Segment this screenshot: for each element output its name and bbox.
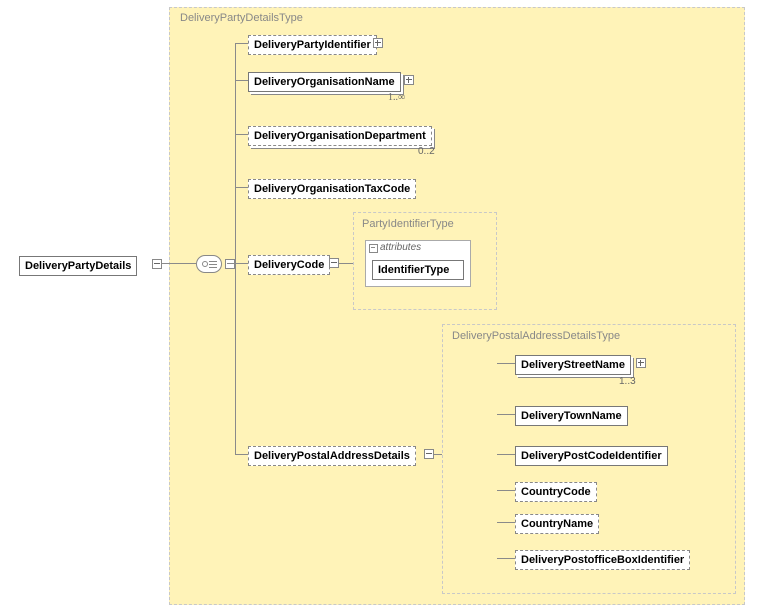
- conn: [497, 363, 515, 364]
- conn: [235, 263, 248, 264]
- node-country-name[interactable]: CountryName: [515, 514, 599, 534]
- node-label: IdentifierType: [378, 264, 449, 276]
- node-label: DeliveryCode: [254, 259, 324, 271]
- cardinality-street-name: 1..3: [619, 376, 636, 387]
- node-delivery-party-identifier[interactable]: DeliveryPartyIdentifier: [248, 35, 377, 55]
- conn: [235, 134, 248, 135]
- node-label: DeliveryPostofficeBoxIdentifier: [521, 554, 684, 566]
- group-postal-type-label: DeliveryPostalAddressDetailsType: [452, 330, 620, 342]
- node-delivery-postal-address-details[interactable]: DeliveryPostalAddressDetails: [248, 446, 416, 466]
- conn: [227, 263, 235, 264]
- node-label: DeliveryPartyDetails: [25, 260, 131, 272]
- node-label: DeliveryStreetName: [521, 359, 625, 371]
- node-identifier-type[interactable]: IdentifierType: [372, 260, 464, 280]
- conn: [162, 263, 196, 264]
- node-label: DeliveryTownName: [521, 410, 622, 422]
- group-main-type-label: DeliveryPartyDetailsType: [180, 12, 303, 24]
- node-delivery-organisation-name[interactable]: DeliveryOrganisationName: [248, 72, 401, 92]
- expander-party-identifier[interactable]: [373, 38, 383, 48]
- conn: [497, 414, 515, 415]
- node-delivery-organisation-tax-code[interactable]: DeliveryOrganisationTaxCode: [248, 179, 416, 199]
- node-label: DeliveryPostCodeIdentifier: [521, 450, 662, 462]
- attributes-header: attributes: [366, 241, 470, 254]
- node-label: CountryCode: [521, 486, 591, 498]
- conn: [497, 454, 515, 455]
- node-delivery-town-name[interactable]: DeliveryTownName: [515, 406, 628, 426]
- attributes-box[interactable]: attributes IdentifierType: [365, 240, 471, 287]
- expander-seq-main[interactable]: [225, 259, 235, 269]
- conn: [235, 187, 248, 188]
- conn: [497, 490, 515, 491]
- node-delivery-postoffice-box-identifier[interactable]: DeliveryPostofficeBoxIdentifier: [515, 550, 690, 570]
- cardinality-org-dept: 0..2: [418, 146, 435, 157]
- node-country-code[interactable]: CountryCode: [515, 482, 597, 502]
- node-label: DeliveryPostalAddressDetails: [254, 450, 410, 462]
- conn: [497, 522, 515, 523]
- node-label: CountryName: [521, 518, 593, 530]
- sequence-main[interactable]: [196, 255, 222, 273]
- node-delivery-party-details[interactable]: DeliveryPartyDetails: [19, 256, 137, 276]
- node-delivery-street-name[interactable]: DeliveryStreetName: [515, 355, 631, 375]
- conn: [497, 558, 515, 559]
- node-delivery-code[interactable]: DeliveryCode: [248, 255, 330, 275]
- node-label: DeliveryOrganisationDepartment: [254, 130, 426, 142]
- cardinality-org-name: 1..∞: [388, 92, 405, 103]
- conn: [235, 80, 248, 81]
- conn: [235, 43, 248, 44]
- node-label: DeliveryPartyIdentifier: [254, 39, 371, 51]
- conn: [235, 454, 248, 455]
- expander-org-name[interactable]: [404, 75, 414, 85]
- node-label: DeliveryOrganisationName: [254, 76, 395, 88]
- node-label: DeliveryOrganisationTaxCode: [254, 183, 410, 195]
- node-delivery-postcode-identifier[interactable]: DeliveryPostCodeIdentifier: [515, 446, 668, 466]
- expander-delivery-code[interactable]: [329, 258, 339, 268]
- node-delivery-organisation-department[interactable]: DeliveryOrganisationDepartment: [248, 126, 432, 146]
- conn: [235, 43, 236, 454]
- expander-root[interactable]: [152, 259, 162, 269]
- expander-street-name[interactable]: [636, 358, 646, 368]
- expander-postal-details[interactable]: [424, 449, 434, 459]
- group-party-identifier-type-label: PartyIdentifierType: [362, 218, 454, 230]
